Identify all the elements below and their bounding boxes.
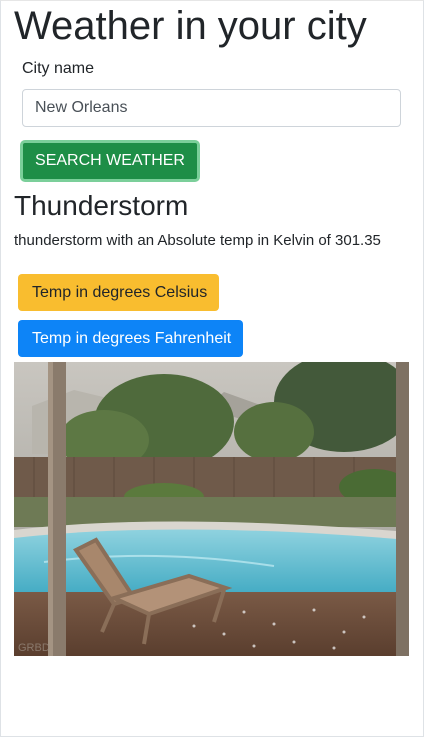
weather-description: thunderstorm with an Absolute temp in Ke… <box>14 232 381 249</box>
search-weather-button[interactable]: SEARCH WEATHER <box>20 140 200 182</box>
city-name-input[interactable] <box>22 89 401 127</box>
image-watermark: GRBD <box>18 642 50 654</box>
page-title: Weather in your city <box>14 4 367 48</box>
weather-image: GRBD <box>14 362 409 656</box>
weather-condition-title: Thunderstorm <box>14 190 189 221</box>
city-name-label: City name <box>22 60 95 77</box>
celsius-button[interactable]: Temp in degrees Celsius <box>18 274 219 311</box>
fahrenheit-button[interactable]: Temp in degrees Fahrenheit <box>18 320 243 357</box>
